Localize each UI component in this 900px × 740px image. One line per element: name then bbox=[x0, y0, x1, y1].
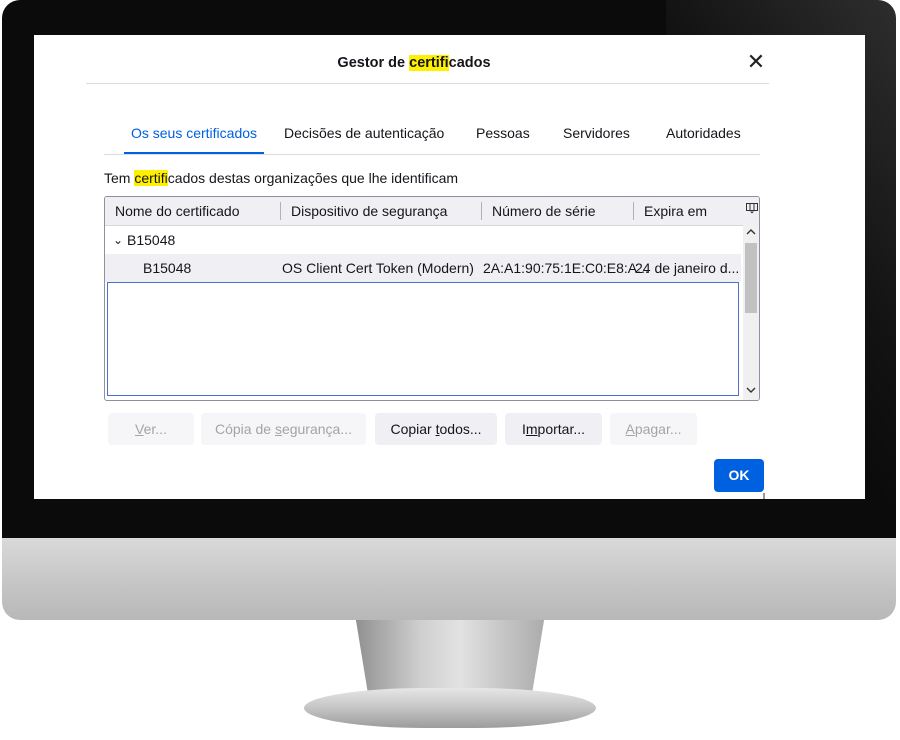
monitor-stand-neck bbox=[355, 620, 545, 692]
ok-button[interactable]: OK bbox=[714, 459, 764, 492]
group-name: B15048 bbox=[127, 232, 176, 248]
certificate-manager-dialog: Gestor de certificados ✕ Os seus certifi… bbox=[34, 35, 865, 499]
dialog-title: Gestor de certificados bbox=[337, 55, 491, 71]
search-highlight: certifi bbox=[134, 170, 168, 186]
tree-header: Nome do certificado Dispositivo de segur… bbox=[105, 197, 759, 226]
column-separator[interactable] bbox=[633, 202, 634, 220]
column-separator[interactable] bbox=[481, 202, 482, 220]
tree-group-row[interactable]: ⌄ B15048 bbox=[105, 226, 741, 254]
scroll-down-icon[interactable] bbox=[743, 383, 759, 399]
certificate-tree[interactable]: Nome do certificado Dispositivo de segur… bbox=[104, 196, 760, 401]
cell-certificate-name: B15048 bbox=[143, 260, 192, 276]
view-button[interactable]: Ver... bbox=[108, 413, 194, 445]
monitor-chin bbox=[2, 538, 896, 620]
intro-text: Tem certificados destas organizações que… bbox=[104, 170, 459, 186]
tab-your-certificates[interactable]: Os seus certificados bbox=[124, 113, 264, 154]
backup-all-button[interactable]: Copiar todos... bbox=[375, 413, 497, 445]
column-picker-icon[interactable] bbox=[744, 197, 759, 225]
chevron-down-icon[interactable]: ⌄ bbox=[113, 226, 123, 254]
monitor-stand-base bbox=[304, 688, 596, 728]
scroll-up-icon[interactable] bbox=[743, 225, 759, 241]
cell-expires-on: 24 de janeiro d... bbox=[635, 260, 740, 276]
resize-grip-icon bbox=[763, 493, 765, 499]
title-divider bbox=[86, 83, 769, 84]
cell-security-device: OS Client Cert Token (Modern) bbox=[282, 260, 474, 276]
vertical-scrollbar[interactable] bbox=[743, 225, 759, 400]
tab-servers[interactable]: Servidores bbox=[563, 113, 630, 154]
column-header-device[interactable]: Dispositivo de segurança bbox=[291, 197, 447, 225]
backup-button[interactable]: Cópia de segurança... bbox=[201, 413, 366, 445]
tree-empty-area[interactable] bbox=[107, 282, 739, 396]
column-header-serial[interactable]: Número de série bbox=[492, 197, 596, 225]
tab-strip: Os seus certificados Decisões de autenti… bbox=[104, 113, 760, 155]
column-header-expires[interactable]: Expira em bbox=[644, 197, 707, 225]
tab-authorities[interactable]: Autoridades bbox=[666, 113, 741, 154]
scrollbar-thumb[interactable] bbox=[745, 243, 757, 313]
table-row[interactable]: B15048 OS Client Cert Token (Modern) 2A:… bbox=[105, 254, 741, 282]
close-icon[interactable]: ✕ bbox=[746, 51, 766, 73]
column-header-name[interactable]: Nome do certificado bbox=[115, 197, 240, 225]
tab-people[interactable]: Pessoas bbox=[476, 113, 530, 154]
tab-authentication-decisions[interactable]: Decisões de autenticação bbox=[284, 113, 444, 154]
search-highlight: certifi bbox=[409, 55, 449, 71]
column-separator[interactable] bbox=[280, 202, 281, 220]
import-button[interactable]: Importar... bbox=[505, 413, 602, 445]
cell-serial-number: 2A:A1:90:75:1E:C0:E8:A... bbox=[483, 260, 649, 276]
delete-button[interactable]: Apagar... bbox=[610, 413, 697, 445]
